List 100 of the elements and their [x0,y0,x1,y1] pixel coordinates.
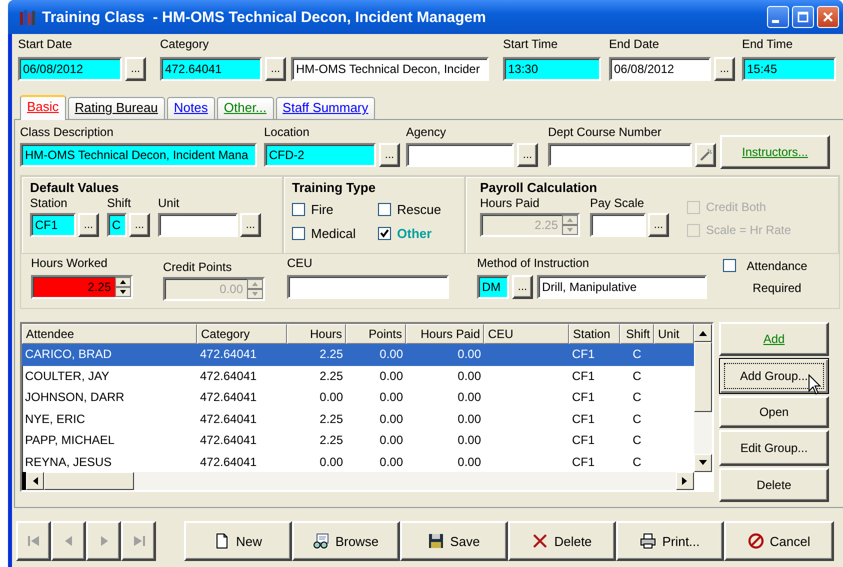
checkbox-label: Credit Both [706,200,766,214]
checkbox[interactable] [378,226,391,240]
checkbox[interactable] [378,202,391,216]
vertical-scrollbar[interactable] [694,324,712,472]
description-field[interactable]: HM-OMS Technical Decon, Incider [291,57,489,81]
lookup-button[interactable]: ... [125,57,146,81]
column-header[interactable]: CEU [484,324,569,344]
lookup-button[interactable]: ... [240,213,261,237]
side-button[interactable]: Open [719,396,829,428]
toolbar-button[interactable]: Cancel [724,521,834,561]
toolbar-button[interactable]: Save [400,521,508,561]
column-header[interactable]: Station [569,324,620,344]
tab[interactable]: Staff Summary [276,97,376,119]
table-cell-text: COULTER, JAY [24,368,110,385]
table-cell-text: C [632,368,642,385]
scroll-down-icon [699,460,707,466]
scroll-thumb[interactable] [694,342,712,412]
table-cell-text: 0.00 [456,389,482,406]
checkbox[interactable] [292,226,305,240]
table-cell-text: REYNA, JESUS [24,454,113,471]
table-cell-text: CF1 [571,368,596,385]
field-label: Hours Paid [480,196,540,211]
table-cell-text: 0.00 [378,432,404,450]
lookup-button[interactable]: ... [129,213,150,237]
column-header[interactable]: Points [346,324,406,344]
description-field[interactable]: Drill, Manipulative [537,275,707,299]
lookup-button[interactable]: ... [517,143,538,167]
checkbox[interactable] [292,202,305,216]
column-header[interactable]: Shift [620,324,654,344]
lookup-button[interactable]: ... [379,143,400,167]
table-row[interactable]: CARICO, BRAD 472.64041 2.25 0.00 0.00 CF1 C [22,344,694,366]
side-button[interactable]: Add [719,322,829,356]
minimize-icon [772,20,778,22]
input-field[interactable]: CF1 [30,213,76,237]
field-label: CEU [287,256,314,271]
table-cell-text: 0.00 [456,346,482,363]
side-button[interactable]: Delete [719,468,829,502]
spin-arrows-icon [115,277,131,297]
table-row[interactable]: NYE, ERIC 472.64041 2.25 0.00 0.00 CF1 C [22,408,694,430]
scroll-thumb[interactable] [44,472,134,490]
input-field[interactable] [590,213,646,237]
field-label: Location [264,125,310,140]
prohibited-icon [748,533,764,549]
table-row[interactable]: COULTER, JAY 472.64041 2.25 0.00 0.00 CF1 C [22,366,694,388]
column-header[interactable]: Category [197,324,287,344]
maximize-button[interactable] [792,6,814,28]
tab[interactable]: Notes [166,97,215,119]
table-cell-text: CF1 [571,454,596,471]
lookup-button[interactable]: ... [714,57,735,81]
instructors-button[interactable]: Instructors... [720,135,830,169]
table-cell-text: 0.00 [318,454,344,471]
field-label: End Date [609,37,660,52]
column-header[interactable]: Attendee [22,324,197,344]
input-field[interactable] [406,143,514,167]
horizontal-scrollbar[interactable] [22,472,694,490]
table-cell-text: 2.25 [318,432,344,450]
field-label: Hours Worked [31,256,108,271]
input-field[interactable]: 06/08/2012 [609,57,711,81]
side-button[interactable]: Edit Group... [719,430,829,466]
side-button[interactable]: Add Group... [719,358,829,394]
lookup-button[interactable]: ... [78,213,99,237]
input-field[interactable]: HM-OMS Technical Decon, Incident Mana [20,143,257,167]
input-field[interactable]: C [107,213,127,237]
tab[interactable]: Rating Bureau [68,97,165,119]
input-field[interactable]: 472.64041 [160,57,262,81]
toolbar-button[interactable]: New [184,521,292,561]
lookup-button[interactable]: ... [265,57,286,81]
checkbox-label: Attendance Required [746,258,808,297]
hours-worked-field[interactable]: 2.25 [31,275,133,299]
input-field[interactable] [158,213,238,237]
checkbox-label: Scale = Hr Rate [706,223,792,237]
table-row[interactable]: JOHNSON, DARR 472.64041 0.00 0.00 0.00 CF1 C [22,387,694,409]
table-row[interactable]: PAPP, MICHAEL 472.64041 2.25 0.00 0.00 CF1 C [22,430,694,452]
toolbar-button[interactable]: Print... [616,521,724,561]
window-title: Training Class - HM-OMS Technical Decon, Incident Managem [42,8,487,26]
column-header[interactable]: Hours [287,324,346,344]
lookup-button[interactable]: ... [648,213,669,237]
toolbar-button[interactable]: Browse [292,521,400,561]
table-cell-text: CF1 [571,346,596,363]
column-header[interactable]: Hours Paid [406,324,484,344]
table-cell-text: 472.64041 [199,368,258,385]
table-cell-text: 2.25 [318,346,344,363]
tab[interactable]: Basic [20,95,66,120]
input-field[interactable] [548,143,692,167]
input-field[interactable]: 13:30 [503,57,601,81]
checkbox[interactable] [723,259,736,272]
table-row[interactable]: REYNA, JESUS 472.64041 0.00 0.00 0.00 CF1 C [22,452,694,472]
input-field[interactable]: 15:45 [742,57,836,81]
input-field[interactable]: DM [477,275,509,299]
column-header[interactable]: Unit [654,324,694,344]
lookup-button[interactable]: ... [512,275,533,299]
input-field[interactable] [287,275,449,299]
tab[interactable]: Other... [216,97,274,119]
binoculars-icon [313,533,330,549]
input-field[interactable]: CFD-2 [264,143,376,167]
minimize-button[interactable] [767,6,789,28]
close-button[interactable] [817,6,839,28]
toolbar-button[interactable]: Delete [508,521,616,561]
wand-button[interactable] [695,143,716,167]
input-field[interactable]: 06/08/2012 [18,57,122,81]
